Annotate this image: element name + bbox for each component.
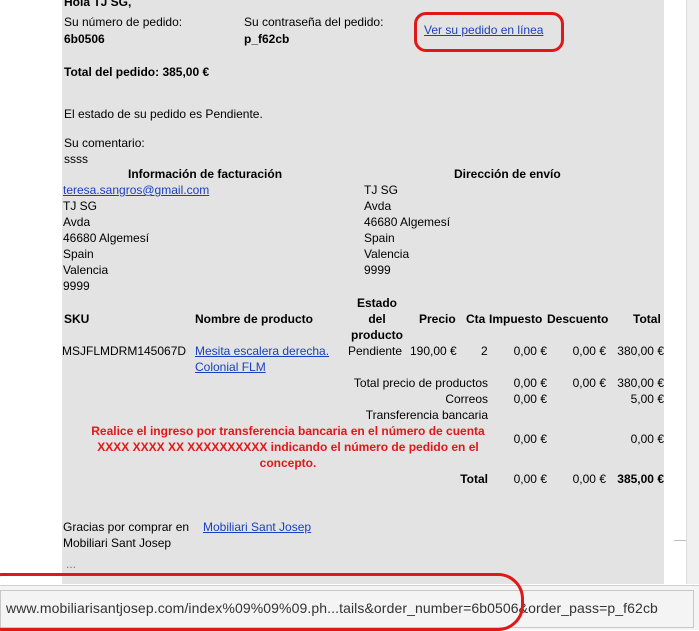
payment-method-label: Transferencia bancaria xyxy=(365,408,488,422)
col-header-status: Estado xyxy=(356,296,397,310)
greeting: Hola TJ SG, xyxy=(64,0,132,9)
shipping-line: Avda xyxy=(364,199,392,213)
more-ellipsis: ... xyxy=(66,557,77,571)
billing-line: 46680 Algemesí xyxy=(63,231,150,245)
shipping-line: 9999 xyxy=(364,263,391,277)
billing-title: Información de facturación xyxy=(128,167,283,181)
shipping-method-label: Correos xyxy=(445,392,488,406)
row-total: 380,00 € xyxy=(617,344,664,358)
highlight-circle-link xyxy=(414,12,564,52)
subtotal-tax: 0,00 € xyxy=(513,376,547,390)
payment-tax: 0,00 € xyxy=(513,432,547,446)
order-status-text: El estado de su pedido es Pendiente. xyxy=(64,107,263,121)
comment-label: Su comentario: xyxy=(64,136,145,150)
shop-link[interactable]: Mobiliari Sant Josep xyxy=(203,519,311,535)
row-status: Pendiente xyxy=(348,344,403,358)
order-total: Total del pedido: 385,00 € xyxy=(64,65,210,79)
comment-text: ssss xyxy=(64,152,88,166)
grand-total-tax: 0,00 € xyxy=(513,472,547,486)
col-header-qty: Cta xyxy=(466,312,486,326)
subtotal-discount: 0,00 € xyxy=(572,376,606,390)
shipping-line: Spain xyxy=(364,231,395,245)
col-header-sku: SKU xyxy=(64,312,90,326)
grand-total-label: Total xyxy=(460,472,488,486)
email-body xyxy=(62,0,664,584)
shipping-tax: 0,00 € xyxy=(513,392,547,406)
vertical-scrollbar[interactable] xyxy=(686,0,699,584)
grand-total-value: 385,00 € xyxy=(617,472,664,486)
col-header-status: producto xyxy=(351,328,403,342)
row-discount: 0,00 € xyxy=(572,344,606,358)
col-header-name: Nombre de producto xyxy=(195,312,314,326)
col-header-tax: Impuesto xyxy=(489,312,543,326)
billing-line: Spain xyxy=(63,247,94,261)
shipping-line: Valencia xyxy=(364,247,410,261)
order-password-label: Su contraseña del pedido: xyxy=(244,15,384,29)
billing-line: Valencia xyxy=(63,263,109,277)
order-number: 6b0506 xyxy=(64,32,105,46)
email-viewer-pane: Hola TJ SG, Su número de pedido: 6b0506 … xyxy=(0,0,699,600)
divider xyxy=(674,540,686,541)
shipping-title: Dirección de envío xyxy=(454,167,561,181)
billing-line: 9999 xyxy=(63,279,90,293)
shipping-line: 46680 Algemesí xyxy=(364,215,451,229)
billing-line: Avda xyxy=(63,215,91,229)
col-header-total: Total xyxy=(633,312,661,326)
payment-note: Realice el ingreso por transferencia ban… xyxy=(91,424,485,470)
row-tax: 0,00 € xyxy=(513,344,547,358)
product-link[interactable]: Colonial FLM xyxy=(195,359,266,375)
col-header-discount: Descuento xyxy=(547,312,609,326)
signature: Mobiliari Sant Josep xyxy=(63,536,172,550)
row-qty: 2 xyxy=(481,344,488,358)
subtotal-label: Total precio de productos xyxy=(353,376,488,390)
col-header-price: Precio xyxy=(419,312,456,326)
subtotal-total: 380,00 € xyxy=(617,376,664,390)
grand-total-discount: 0,00 € xyxy=(572,472,606,486)
order-password: p_f62cb xyxy=(244,32,290,46)
thanks-text: Gracias por comprar en xyxy=(63,520,190,534)
shipping-total: 5,00 € xyxy=(630,392,664,406)
highlight-circle-url xyxy=(0,573,524,631)
billing-line: TJ SG xyxy=(63,199,98,213)
col-header-status: del xyxy=(368,312,386,326)
row-sku: MSJFLMDRM145067D xyxy=(62,344,187,358)
payment-total: 0,00 € xyxy=(630,432,664,446)
product-link[interactable]: Mesita escalera derecha. xyxy=(195,343,329,359)
row-price: 190,00 € xyxy=(410,344,457,358)
order-number-label: Su número de pedido: xyxy=(64,15,183,29)
shipping-line: TJ SG xyxy=(364,183,399,197)
billing-email-link[interactable]: teresa.sangros@gmail.com xyxy=(63,182,209,198)
